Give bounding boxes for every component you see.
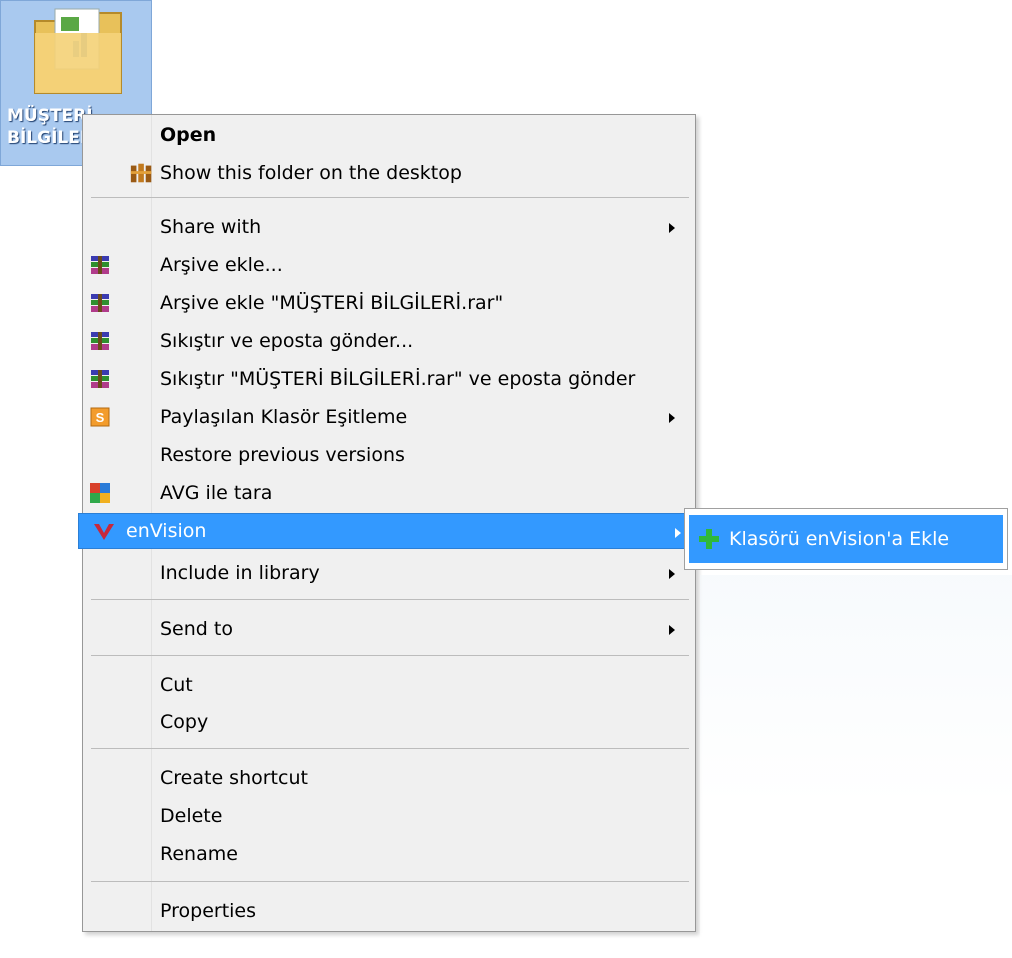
submenu-arrow-icon xyxy=(669,223,675,233)
menu-item-properties[interactable]: Properties xyxy=(85,893,689,929)
submenu-arrow-icon xyxy=(675,528,681,538)
menu-item-envision[interactable]: enVision xyxy=(78,513,696,549)
envision-icon xyxy=(91,520,117,544)
envision-submenu: Klasörü enVision'a Ekle xyxy=(684,508,1008,570)
context-menu: Open Show this folder on the desktop Sha… xyxy=(78,114,696,932)
background-residue xyxy=(700,575,1012,958)
winrar-icon xyxy=(87,253,113,277)
submenu-arrow-icon xyxy=(669,413,675,423)
menu-separator xyxy=(91,197,689,198)
svg-text:S: S xyxy=(96,410,105,425)
menu-item-open[interactable]: Open xyxy=(85,117,689,153)
menu-separator xyxy=(91,655,689,656)
menu-separator xyxy=(91,599,689,600)
avg-icon xyxy=(87,481,113,505)
desktop-folder-icon xyxy=(129,161,155,185)
menu-item-delete[interactable]: Delete xyxy=(85,798,689,834)
menu-item-arsive-ekle[interactable]: Arşive ekle... xyxy=(85,247,689,283)
menu-item-show-on-desktop[interactable]: Show this folder on the desktop xyxy=(85,155,689,191)
sync-s-icon: S xyxy=(87,405,113,429)
winrar-icon xyxy=(87,367,113,391)
winrar-icon xyxy=(87,291,113,315)
submenu-arrow-icon xyxy=(669,569,675,579)
menu-item-rename[interactable]: Rename xyxy=(85,836,689,872)
menu-separator xyxy=(91,748,689,749)
menu-item-sikistir-eposta[interactable]: Sıkıştır ve eposta gönder... xyxy=(85,323,689,359)
submenu-arrow-icon xyxy=(669,625,675,635)
menu-item-cut[interactable]: Cut xyxy=(85,667,689,703)
folder-icon xyxy=(34,8,122,94)
menu-item-send-to[interactable]: Send to xyxy=(85,611,689,647)
menu-item-sikistir-rar-eposta[interactable]: Sıkıştır "MÜŞTERİ BİLGİLERİ.rar" ve epos… xyxy=(85,361,689,397)
menu-item-share-with[interactable]: Share with xyxy=(85,209,689,245)
menu-item-paylasilan-klasor[interactable]: S Paylaşılan Klasör Eşitleme xyxy=(85,399,689,435)
menu-item-arsive-ekle-rar[interactable]: Arşive ekle "MÜŞTERİ BİLGİLERİ.rar" xyxy=(85,285,689,321)
submenu-item-add-to-envision[interactable]: Klasörü enVision'a Ekle xyxy=(689,515,1003,563)
menu-item-restore-previous[interactable]: Restore previous versions xyxy=(85,437,689,473)
menu-separator xyxy=(91,881,689,882)
menu-item-include-in-library[interactable]: Include in library xyxy=(85,555,689,591)
menu-item-avg-scan[interactable]: AVG ile tara xyxy=(85,475,689,511)
plus-icon xyxy=(693,523,725,555)
winrar-icon xyxy=(87,329,113,353)
menu-item-copy[interactable]: Copy xyxy=(85,704,689,740)
menu-item-create-shortcut[interactable]: Create shortcut xyxy=(85,760,689,796)
